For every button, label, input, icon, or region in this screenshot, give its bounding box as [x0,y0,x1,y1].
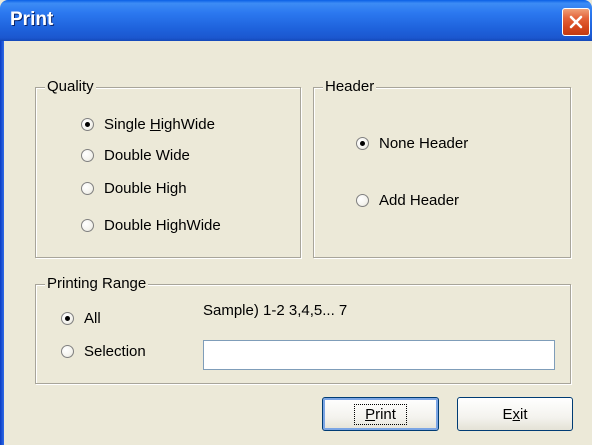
radio-button[interactable] [81,219,94,232]
header-group: Header None Header Add Header [313,78,571,258]
option-label: Double Wide [104,147,190,164]
range-option-all[interactable]: All [61,310,101,327]
radio-button[interactable] [81,182,94,195]
header-option-none[interactable]: None Header [356,135,468,152]
header-group-label: Header [323,78,377,96]
quality-option-single-highwide[interactable]: Single HighWide [81,116,215,133]
quality-group: Quality Single HighWide Double Wide Doub… [35,78,301,258]
exit-button-label: Exit [502,405,528,423]
quality-option-double-wide[interactable]: Double Wide [81,147,190,164]
quality-option-double-high[interactable]: Double High [81,180,187,197]
radio-button[interactable] [356,194,369,207]
print-dialog: Print Quality Single HighWide Double Wid… [0,0,592,445]
option-label: Add Header [379,192,460,209]
radio-button-checked[interactable] [356,137,369,150]
quality-option-double-highwide[interactable]: Double HighWide [81,217,221,234]
exit-button[interactable]: Exit [457,397,573,431]
selection-range-input[interactable] [203,340,555,370]
window-title: Print [10,9,54,30]
option-label: Selection [84,343,146,360]
window-frame-left [0,41,4,445]
close-button[interactable] [562,8,590,36]
printing-range-group-label: Printing Range [45,275,149,293]
radio-button[interactable] [61,345,74,358]
close-icon [569,15,583,29]
option-label: Double HighWide [104,217,221,234]
radio-button-checked[interactable] [61,312,74,325]
option-label: Single HighWide [104,116,215,133]
range-sample-hint: Sample) 1-2 3,4,5... 7 [203,302,348,319]
option-label: All [84,310,101,327]
printing-range-group: Printing Range All Selection Sample) 1-2… [35,275,571,384]
header-option-add[interactable]: Add Header [356,192,459,209]
radio-button[interactable] [81,149,94,162]
quality-group-label: Quality [45,78,96,96]
radio-button-checked[interactable] [81,118,94,131]
option-label: None Header [379,135,469,152]
range-option-selection[interactable]: Selection [61,343,146,360]
title-bar[interactable]: Print [0,0,592,41]
option-label: Double High [104,180,187,197]
print-button-label: Print [354,403,407,425]
print-button[interactable]: Print [322,397,439,431]
